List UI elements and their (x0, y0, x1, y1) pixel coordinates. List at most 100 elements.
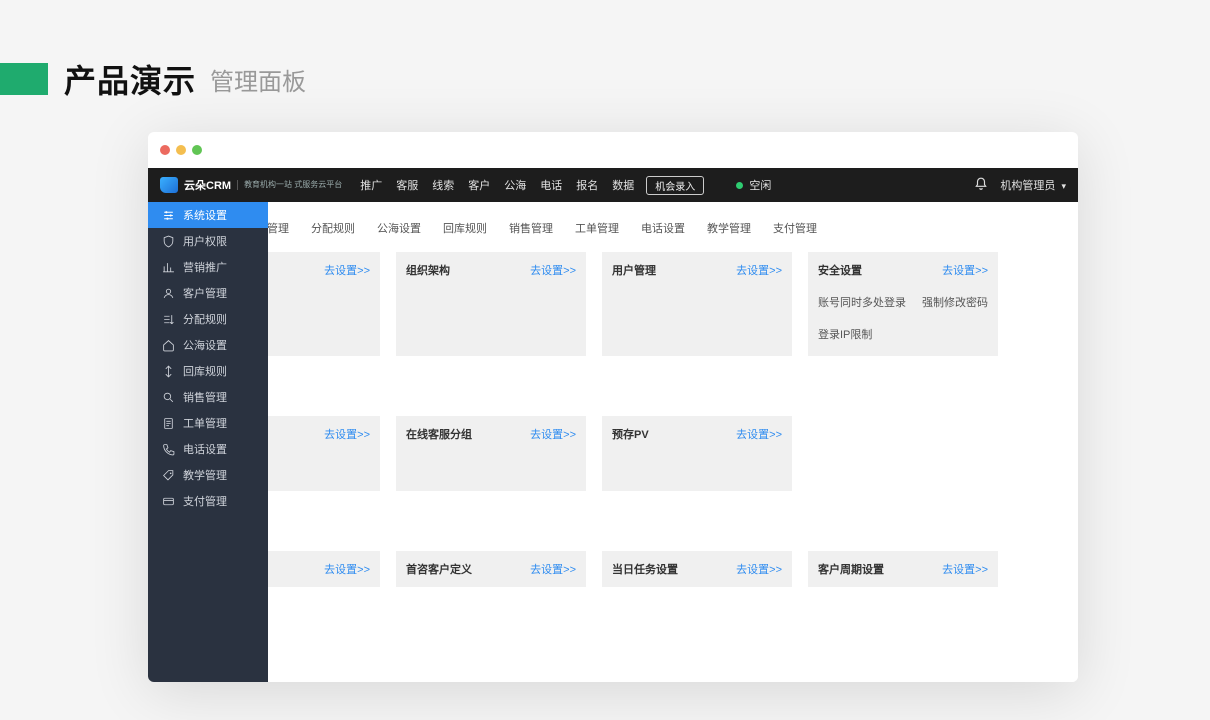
sidebar-item-7[interactable]: 销售管理 (148, 384, 268, 410)
top-nav: 推广 客服 线索 客户 公海 电话 报名 数据 (360, 177, 634, 193)
record-entry-button[interactable]: 机会录入 (646, 176, 704, 195)
top-nav-item[interactable]: 电话 (540, 177, 562, 193)
settings-card: 去设置>> (268, 416, 380, 491)
chevron-down-icon: ▾ (1061, 181, 1066, 191)
tab[interactable]: 教学管理 (696, 214, 762, 242)
top-nav-item[interactable]: 客户 (468, 177, 490, 193)
window-max-dot[interactable] (192, 145, 202, 155)
tab[interactable]: 电话设置 (630, 214, 696, 242)
go-settings-link[interactable]: 去设置>> (530, 262, 576, 278)
search-user-icon (162, 391, 175, 404)
go-settings-link[interactable]: 去设置>> (324, 426, 370, 442)
tab[interactable]: 回库规则 (432, 214, 498, 242)
sidebar-item-9[interactable]: 电话设置 (148, 436, 268, 462)
sidebar-item-0[interactable]: 系统设置 (148, 202, 268, 228)
card-row: 去设置>> 首咨客户定义 去设置>> 当日任务设置 去设置>> 客户周期设置 去… (268, 551, 1064, 587)
status-label: 空闲 (749, 180, 771, 192)
sidebar-item-4[interactable]: 分配规则 (148, 306, 268, 332)
sidebar-item-label: 销售管理 (183, 389, 227, 405)
top-nav-item[interactable]: 线索 (432, 177, 454, 193)
chart-icon (162, 261, 175, 274)
sidebar-item-6[interactable]: 回库规则 (148, 358, 268, 384)
sidebar-item-1[interactable]: 用户权限 (148, 228, 268, 254)
app-window: 云朵CRM 教育机构一站 式服务云平台 推广 客服 线索 客户 公海 电话 报名… (148, 132, 1078, 682)
sidebar-item-5[interactable]: 公海设置 (148, 332, 268, 358)
sliders-icon (162, 209, 175, 222)
go-settings-link[interactable]: 去设置>> (942, 561, 988, 577)
security-option[interactable]: 强制修改密码 (922, 294, 988, 310)
top-nav-item[interactable]: 推广 (360, 177, 382, 193)
sidebar-item-10[interactable]: 教学管理 (148, 462, 268, 488)
security-option[interactable]: 登录IP限制 (818, 326, 872, 342)
window-close-dot[interactable] (160, 145, 170, 155)
card-title: 用户管理 (612, 265, 656, 277)
settings-card: 客户周期设置 去设置>> (808, 551, 998, 587)
page-subtitle: 管理面板 (210, 62, 306, 97)
page-title: 产品演示 (64, 56, 196, 102)
go-settings-link[interactable]: 去设置>> (324, 262, 370, 278)
accent-block (0, 63, 48, 95)
sidebar-item-label: 电话设置 (183, 441, 227, 457)
sidebar-item-label: 公海设置 (183, 337, 227, 353)
brand-tagline: 教育机构一站 式服务云平台 (237, 180, 342, 190)
user-menu[interactable]: 机构管理员 ▾ (1000, 177, 1066, 193)
go-settings-link[interactable]: 去设置>> (942, 262, 988, 278)
card-icon (162, 495, 175, 508)
go-settings-link[interactable]: 去设置>> (736, 262, 782, 278)
card-body: 账号同时多处登录 强制修改密码 登录IP限制 (818, 294, 988, 342)
user-icon (162, 287, 175, 300)
top-bar: 云朵CRM 教育机构一站 式服务云平台 推广 客服 线索 客户 公海 电话 报名… (148, 168, 1078, 202)
go-settings-link[interactable]: 去设置>> (736, 426, 782, 442)
settings-tabs: 推广 客户管理 分配规则 公海设置 回库规则 销售管理 工单管理 电话设置 教学… (268, 202, 1078, 242)
settings-card: 在线客服分组 去设置>> (396, 416, 586, 491)
settings-card: 用户管理 去设置>> (602, 252, 792, 356)
top-nav-item[interactable]: 客服 (396, 177, 418, 193)
security-option[interactable]: 账号同时多处登录 (818, 294, 906, 310)
settings-card: 首咨客户定义 去设置>> (396, 551, 586, 587)
brand-name: 云朵CRM (184, 177, 231, 193)
tab[interactable]: 工单管理 (564, 214, 630, 242)
sidebar-item-8[interactable]: 工单管理 (148, 410, 268, 436)
go-settings-link[interactable]: 去设置>> (324, 561, 370, 577)
tab[interactable]: 分配规则 (300, 214, 366, 242)
brand-logo[interactable]: 云朵CRM 教育机构一站 式服务云平台 (160, 177, 342, 193)
window-min-dot[interactable] (176, 145, 186, 155)
top-nav-item[interactable]: 数据 (612, 177, 634, 193)
card-title: 预存PV (612, 429, 649, 441)
top-nav-item[interactable]: 公海 (504, 177, 526, 193)
settings-card: 去设置>> (268, 551, 380, 587)
page-header: 产品演示 管理面板 (0, 0, 1210, 132)
shield-icon (162, 235, 175, 248)
sidebar: 系统设置用户权限营销推广客户管理分配规则公海设置回库规则销售管理工单管理电话设置… (148, 202, 268, 682)
sidebar-item-label: 用户权限 (183, 233, 227, 249)
settings-card: 预存PV 去设置>> (602, 416, 792, 491)
sidebar-item-label: 工单管理 (183, 415, 227, 431)
doc-icon (162, 417, 175, 430)
card-row: 去设置>> 组织架构 去设置>> 用户管理 去设置>> 安全设置 去设置>> (268, 252, 1064, 356)
tab[interactable]: 客户管理 (268, 214, 300, 242)
card-title: 首咨客户定义 (406, 564, 472, 576)
top-nav-item[interactable]: 报名 (576, 177, 598, 193)
settings-card: 去设置>> (268, 252, 380, 356)
sidebar-item-3[interactable]: 客户管理 (148, 280, 268, 306)
status-indicator[interactable]: 空闲 (736, 177, 771, 193)
sidebar-item-11[interactable]: 支付管理 (148, 488, 268, 514)
go-settings-link[interactable]: 去设置>> (736, 561, 782, 577)
go-settings-link[interactable]: 去设置>> (530, 426, 576, 442)
bell-icon[interactable] (974, 177, 988, 194)
sidebar-item-2[interactable]: 营销推广 (148, 254, 268, 280)
tab[interactable]: 销售管理 (498, 214, 564, 242)
settings-card: 当日任务设置 去设置>> (602, 551, 792, 587)
card-title: 组织架构 (406, 265, 450, 277)
card-title: 在线客服分组 (406, 429, 472, 441)
tab[interactable]: 支付管理 (762, 214, 828, 242)
settings-card-security: 安全设置 去设置>> 账号同时多处登录 强制修改密码 登录IP限制 (808, 252, 998, 356)
assign-icon (162, 313, 175, 326)
card-title: 当日任务设置 (612, 564, 678, 576)
sidebar-item-label: 系统设置 (183, 207, 227, 223)
tab[interactable]: 公海设置 (366, 214, 432, 242)
card-title: 客户周期设置 (818, 564, 884, 576)
user-label: 机构管理员 (1000, 180, 1055, 192)
settings-card: 组织架构 去设置>> (396, 252, 586, 356)
go-settings-link[interactable]: 去设置>> (530, 561, 576, 577)
